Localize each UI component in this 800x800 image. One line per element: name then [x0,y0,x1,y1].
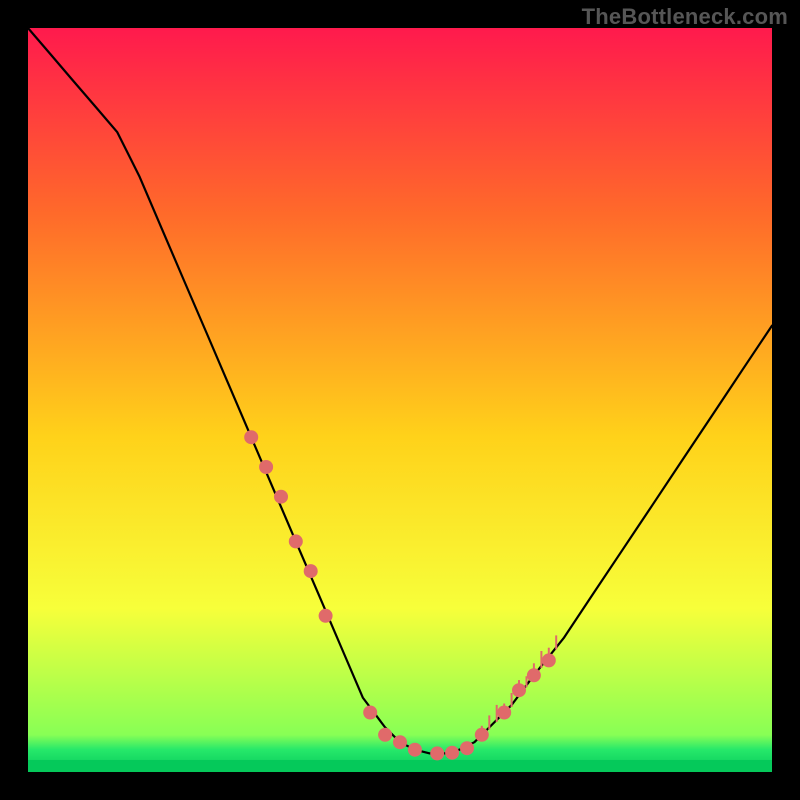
bottleneck-chart [28,28,772,772]
marker-dot [259,460,273,474]
gradient-background [28,28,772,772]
chart-frame: TheBottleneck.com [0,0,800,800]
plot-area [28,28,772,772]
marker-dot [445,746,459,760]
marker-dot [542,653,556,667]
watermark-text: TheBottleneck.com [582,4,788,30]
marker-dot [408,743,422,757]
marker-dot [244,430,258,444]
marker-dot [527,668,541,682]
baseline-strip [28,760,772,772]
marker-dot [460,741,474,755]
marker-dot [378,728,392,742]
marker-dot [289,534,303,548]
marker-dot [393,735,407,749]
marker-dot [497,706,511,720]
marker-dot [274,490,288,504]
marker-dot [512,683,526,697]
marker-dot [363,706,377,720]
marker-dot [319,609,333,623]
marker-dot [475,728,489,742]
marker-dot [430,746,444,760]
marker-dot [304,564,318,578]
